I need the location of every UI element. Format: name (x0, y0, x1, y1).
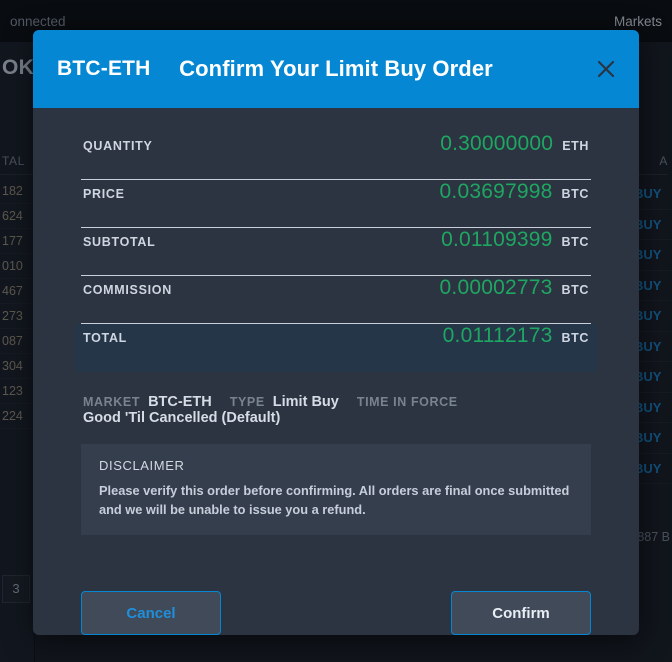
row-unit: BTC (561, 235, 589, 249)
meta-label-market: MARKET (83, 395, 141, 409)
row-value: 0.03697998 (439, 180, 553, 203)
row-label: QUANTITY (83, 139, 153, 153)
modal-market-label: BTC-ETH (57, 57, 151, 80)
close-icon[interactable] (589, 52, 623, 86)
confirm-order-modal: BTC-ETH Confirm Your Limit Buy Order QUA… (33, 30, 639, 635)
row-label: PRICE (83, 187, 125, 201)
row-unit: ETH (562, 139, 589, 153)
row-unit: BTC (561, 331, 589, 345)
row-value-group: 0.00002773 BTC (440, 276, 589, 300)
disclaimer-text: Please verify this order before confirmi… (99, 483, 570, 517)
order-row-total: TOTAL 0.01112173 BTC (75, 324, 597, 372)
row-value: 0.30000000 (440, 132, 554, 155)
row-label: COMMISSION (83, 283, 172, 297)
confirm-button[interactable]: Confirm (451, 591, 591, 635)
meta-value-type: Limit Buy (272, 394, 339, 410)
row-label: TOTAL (83, 331, 128, 345)
meta-label-time-in-force: TIME IN FORCE (356, 395, 458, 409)
row-value-group: 0.03697998 BTC (440, 180, 589, 204)
meta-value-time-in-force: Good 'Til Cancelled (Default) (83, 410, 281, 426)
row-value-group: 0.01109399 BTC (441, 228, 589, 252)
row-value: 0.00002773 (439, 276, 553, 299)
order-summary-table: QUANTITY 0.30000000 ETH PRICE 0.03697998… (75, 132, 597, 372)
meta-value-market: BTC-ETH (148, 394, 212, 410)
row-unit: BTC (561, 187, 589, 201)
row-unit: BTC (561, 283, 589, 297)
disclaimer-box: DISCLAIMER Please verify this order befo… (81, 444, 591, 536)
order-row-commission: COMMISSION 0.00002773 BTC (81, 276, 591, 324)
modal-header: BTC-ETH Confirm Your Limit Buy Order (33, 30, 639, 108)
row-value-group: 0.01112173 BTC (443, 324, 589, 348)
row-value: 0.01109399 (441, 228, 553, 251)
row-label: SUBTOTAL (83, 235, 156, 249)
order-row-price: PRICE 0.03697998 BTC (81, 180, 591, 228)
order-meta-row: MARKET BTC-ETH TYPE Limit Buy TIME IN FO… (81, 394, 591, 426)
order-row-quantity: QUANTITY 0.30000000 ETH (81, 132, 591, 180)
modal-actions: Cancel Confirm (33, 565, 639, 635)
meta-label-type: TYPE (229, 395, 265, 409)
row-value-group: 0.30000000 ETH (440, 132, 589, 156)
modal-body: QUANTITY 0.30000000 ETH PRICE 0.03697998… (33, 108, 639, 565)
cancel-button[interactable]: Cancel (81, 591, 221, 635)
order-row-subtotal: SUBTOTAL 0.01109399 BTC (81, 228, 591, 276)
row-value: 0.01112173 (442, 324, 553, 347)
disclaimer-title: DISCLAIMER (99, 458, 185, 473)
